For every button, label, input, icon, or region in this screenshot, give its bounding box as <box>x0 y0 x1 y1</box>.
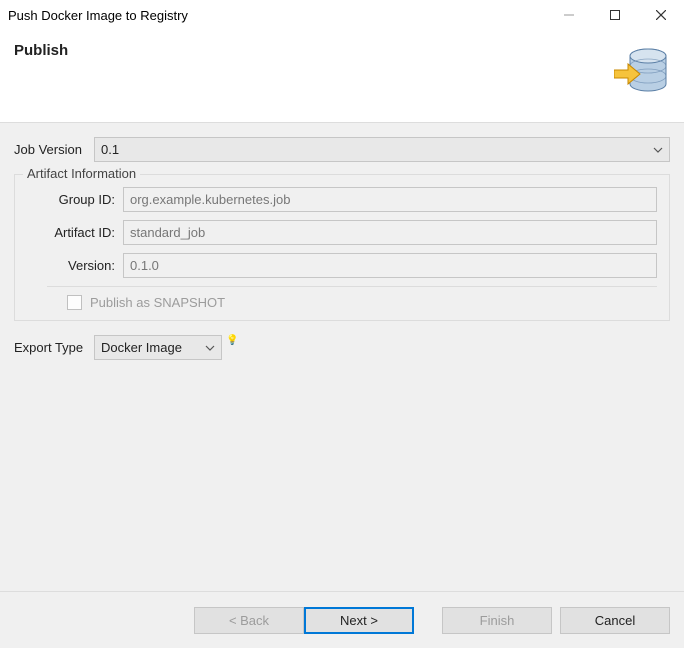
artifact-id-field: standard_job <box>123 220 657 245</box>
snapshot-row: Publish as SNAPSHOT <box>27 295 657 310</box>
job-version-row: Job Version 0.1 <box>14 137 670 162</box>
artifact-id-row: Artifact ID: standard_job <box>27 220 657 245</box>
export-type-select[interactable]: Docker Image <box>94 335 222 360</box>
artifact-id-value: standard_job <box>130 225 205 240</box>
export-type-label: Export Type <box>14 340 94 355</box>
wizard-subtitle: Publish <box>14 42 614 59</box>
snapshot-label: Publish as SNAPSHOT <box>90 295 225 310</box>
wizard-button-bar: < Back Next > Finish Cancel <box>0 591 684 648</box>
version-row: Version: 0.1.0 <box>27 253 657 278</box>
job-version-value: 0.1 <box>101 142 119 157</box>
job-version-label: Job Version <box>14 142 94 157</box>
cancel-button[interactable]: Cancel <box>560 607 670 634</box>
version-value: 0.1.0 <box>130 258 159 273</box>
version-label: Version: <box>47 258 123 273</box>
artifact-divider <box>47 286 657 287</box>
group-id-row: Group ID: org.example.kubernetes.job <box>27 187 657 212</box>
job-version-select[interactable]: 0.1 <box>94 137 670 162</box>
hint-bulb-icon: 💡 <box>226 335 238 346</box>
chevron-down-icon <box>205 345 215 351</box>
minimize-icon <box>564 10 574 20</box>
close-button[interactable] <box>638 0 684 30</box>
artifact-info-legend: Artifact Information <box>23 166 140 181</box>
maximize-icon <box>610 10 620 20</box>
next-button[interactable]: Next > <box>304 607 414 634</box>
wizard-banner: Publish <box>0 30 684 123</box>
wizard-content: Job Version 0.1 Artifact Information Gro… <box>0 123 684 591</box>
group-id-label: Group ID: <box>47 192 123 207</box>
chevron-down-icon <box>653 147 663 153</box>
artifact-info-group: Artifact Information Group ID: org.examp… <box>14 174 670 321</box>
export-type-value: Docker Image <box>101 340 182 355</box>
nav-button-group: < Back Next > <box>194 607 414 634</box>
close-icon <box>656 10 666 20</box>
maximize-button[interactable] <box>592 0 638 30</box>
version-field: 0.1.0 <box>123 253 657 278</box>
titlebar: Push Docker Image to Registry <box>0 0 684 30</box>
export-type-row: Export Type Docker Image 💡 <box>14 335 670 360</box>
window-title: Push Docker Image to Registry <box>8 8 546 23</box>
group-id-value: org.example.kubernetes.job <box>130 192 290 207</box>
publish-database-icon <box>614 42 670 98</box>
group-id-field: org.example.kubernetes.job <box>123 187 657 212</box>
finish-button[interactable]: Finish <box>442 607 552 634</box>
snapshot-checkbox[interactable] <box>67 295 82 310</box>
back-button[interactable]: < Back <box>194 607 304 634</box>
artifact-id-label: Artifact ID: <box>47 225 123 240</box>
minimize-button[interactable] <box>546 0 592 30</box>
